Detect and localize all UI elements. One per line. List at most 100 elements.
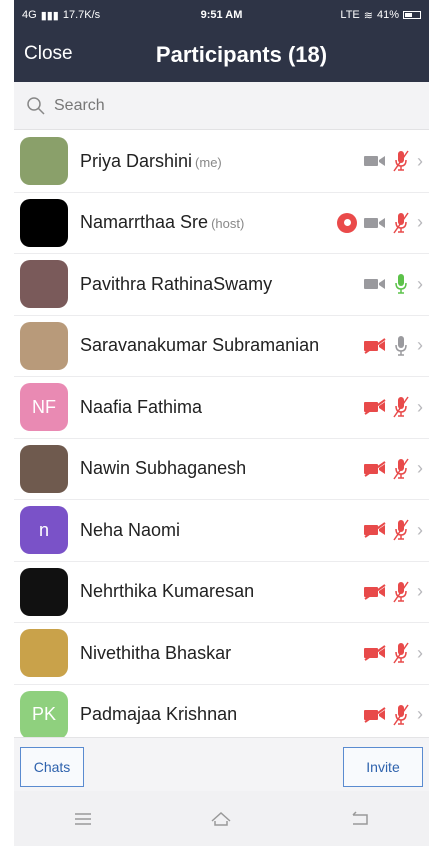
participant-status-icons: › — [363, 131, 423, 192]
participant-row[interactable]: Priya Darshini (me) › — [14, 131, 429, 193]
participant-status-icons: › — [363, 562, 423, 623]
signal-icon: ▮▮▮ — [40, 9, 59, 22]
participant-row[interactable]: NF Naafia Fathima › — [14, 377, 429, 439]
participant-name-wrap: Neha Naomi — [80, 520, 180, 541]
chats-button[interactable]: Chats — [20, 747, 84, 787]
participant-row[interactable]: Nivethitha Bhaskar › — [14, 623, 429, 685]
mic-muted-icon — [393, 519, 409, 541]
participant-name: Padmajaa Krishnan — [80, 704, 238, 725]
search-icon — [27, 96, 45, 115]
chevron-right-icon[interactable]: › — [417, 458, 423, 479]
chevron-right-icon[interactable]: › — [417, 704, 423, 725]
avatar-initials: n — [38, 519, 49, 540]
mic-muted-icon — [393, 581, 409, 603]
avatar — [20, 444, 68, 493]
video-off-icon — [364, 645, 386, 662]
invite-button[interactable]: Invite — [343, 747, 423, 787]
chevron-right-icon[interactable]: › — [417, 581, 423, 602]
avatar — [20, 629, 68, 678]
status-time: 9:51 AM — [200, 9, 243, 21]
mic-icon — [395, 335, 407, 356]
video-on-icon — [364, 217, 385, 228]
avatar — [20, 137, 68, 186]
participant-status-icons: › — [337, 193, 423, 254]
video-off-icon — [364, 460, 386, 477]
battery-icon — [403, 11, 421, 19]
menu-icon[interactable] — [71, 808, 95, 830]
participant-name: Nehrthika Kumaresan — [80, 581, 255, 602]
mic-muted-icon — [393, 396, 409, 418]
search-bar[interactable] — [14, 82, 429, 130]
avatar — [20, 198, 68, 247]
participant-name-wrap: Nawin Subhaganesh — [80, 458, 246, 479]
mic-muted-icon — [393, 150, 409, 172]
participant-status-icons: › — [363, 685, 423, 738]
mic-muted-icon — [393, 642, 409, 664]
battery-level: 41% — [376, 9, 399, 21]
avatar-initials: PK — [31, 704, 56, 725]
chevron-right-icon[interactable]: › — [417, 520, 423, 541]
status-bar: 4G ▮▮▮ 17.7K/s 9:51 AM LTE ≋ 41% — [14, 0, 429, 30]
participant-name-wrap: Nehrthika Kumaresan — [80, 581, 254, 602]
participant-name-wrap: Namarrthaa Sre (host) — [80, 212, 244, 233]
participant-row[interactable]: Pavithra RathinaSwamy › — [14, 254, 429, 316]
chevron-right-icon[interactable]: › — [417, 335, 423, 356]
participant-name: Nawin Subhaganesh — [80, 458, 247, 479]
video-off-icon — [364, 583, 386, 600]
participant-role-tag: (me) — [195, 154, 222, 170]
participant-name-wrap: Saravanakumar Subramanian — [80, 335, 319, 356]
header-bar: Close Participants (18) — [14, 30, 429, 82]
participant-name: Priya Darshini — [80, 150, 193, 171]
wifi-icon: ≋ — [363, 9, 373, 22]
page-title: Participants (18) — [155, 42, 328, 67]
participant-name-wrap: Nivethitha Bhaskar — [80, 643, 231, 664]
chevron-right-icon[interactable]: › — [417, 643, 423, 664]
participant-name: Nivethitha Bhaskar — [80, 642, 232, 663]
chevron-right-icon[interactable]: › — [417, 397, 423, 418]
participant-row[interactable]: Nawin Subhaganesh › — [14, 438, 429, 500]
system-nav-bar — [14, 791, 429, 846]
participant-row[interactable]: PK Padmajaa Krishnan › — [14, 684, 429, 738]
bottom-toolbar: Chats Invite — [14, 737, 429, 791]
back-icon[interactable] — [348, 808, 372, 830]
participant-row[interactable]: Namarrthaa Sre (host) › — [14, 192, 429, 254]
participant-status-icons: › — [363, 254, 423, 315]
mic-muted-icon — [393, 212, 409, 234]
participant-name: Saravanakumar Subramanian — [80, 335, 320, 356]
participant-status-icons: › — [363, 500, 423, 561]
participant-status-icons: › — [363, 377, 423, 438]
participant-name: Neha Naomi — [80, 519, 181, 540]
chevron-right-icon[interactable]: › — [417, 212, 423, 233]
video-off-icon — [364, 706, 386, 723]
home-icon[interactable] — [209, 808, 233, 830]
participant-name-wrap: Naafia Fathima — [80, 397, 202, 418]
participant-status-icons: › — [363, 623, 423, 684]
video-on-icon — [364, 279, 385, 290]
chevron-right-icon[interactable]: › — [417, 151, 423, 172]
avatar: n — [20, 506, 68, 555]
participant-row[interactable]: n Neha Naomi › — [14, 500, 429, 562]
participant-name: Namarrthaa Sre — [80, 212, 209, 233]
recording-icon — [337, 212, 357, 233]
participant-status-icons: › — [363, 316, 423, 377]
video-off-icon — [364, 399, 386, 416]
video-on-icon — [364, 156, 385, 167]
avatar: NF — [20, 383, 68, 432]
mic-active-icon — [395, 274, 407, 294]
search-input[interactable] — [54, 96, 354, 115]
chevron-right-icon[interactable]: › — [417, 274, 423, 295]
participant-name-wrap: Padmajaa Krishnan — [80, 704, 237, 725]
participant-row[interactable]: Nehrthika Kumaresan › — [14, 561, 429, 623]
participant-list: Priya Darshini (me) › Namarrthaa Sre (host) ›… — [14, 131, 429, 737]
participant-role-tag: (host) — [211, 216, 245, 232]
video-off-icon — [364, 522, 386, 539]
participant-name-wrap: Priya Darshini (me) — [80, 151, 222, 172]
avatar — [20, 567, 68, 616]
status-right: LTE ≋ 41% — [262, 9, 421, 22]
mic-muted-icon — [393, 458, 409, 480]
avatar: PK — [20, 690, 68, 737]
participant-row[interactable]: Saravanakumar Subramanian › — [14, 315, 429, 377]
avatar-initials: NF — [32, 396, 56, 417]
participant-name-wrap: Pavithra RathinaSwamy — [80, 274, 272, 295]
participant-status-icons: › — [363, 439, 423, 500]
